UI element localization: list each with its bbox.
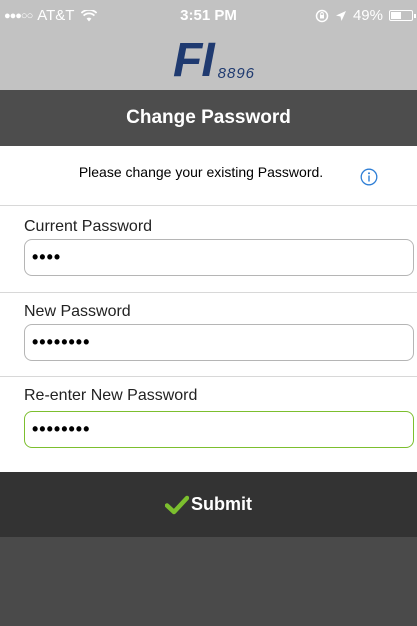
battery-tip bbox=[414, 14, 416, 18]
new-password-label: New Password bbox=[24, 303, 131, 320]
orientation-lock-icon bbox=[315, 9, 329, 22]
page-header: Change Password bbox=[0, 90, 417, 146]
location-arrow-icon bbox=[335, 10, 346, 21]
instruction-text: Please change your existing Password. bbox=[78, 164, 324, 180]
footer-area bbox=[0, 537, 417, 626]
battery-level bbox=[391, 12, 401, 19]
new-password-field[interactable]: •••••••• bbox=[24, 324, 414, 361]
logo-bar: FI 8896 bbox=[0, 30, 417, 90]
current-password-label: Current Password bbox=[24, 218, 153, 235]
check-icon bbox=[165, 495, 189, 514]
current-password-group: Current Password •••• bbox=[0, 206, 417, 292]
app-logo: FI 8896 bbox=[173, 34, 256, 87]
submit-button[interactable]: Submit bbox=[0, 472, 417, 537]
submit-label: Submit bbox=[191, 494, 252, 514]
status-bar: ●●●○○ AT&T 3:51 PM 49% bbox=[0, 0, 417, 30]
page-title: Change Password bbox=[126, 107, 291, 128]
battery-percentage: 49% bbox=[352, 7, 383, 24]
info-icon[interactable] bbox=[360, 168, 378, 186]
logo-sub-text: 8896 bbox=[217, 65, 256, 82]
reenter-password-group: Re-enter New Password •••••••• bbox=[0, 376, 417, 472]
current-password-field[interactable]: •••• bbox=[24, 239, 414, 276]
reenter-password-field[interactable]: •••••••• bbox=[24, 411, 414, 448]
logo-main-text: FI bbox=[173, 34, 215, 87]
instruction-row: Please change your existing Password. bbox=[0, 146, 417, 206]
battery-icon bbox=[389, 10, 416, 21]
new-password-group: New Password •••••••• bbox=[0, 292, 417, 376]
status-right: 49% bbox=[315, 7, 416, 24]
submit-content: Submit bbox=[0, 472, 417, 537]
reenter-password-label: Re-enter New Password bbox=[24, 387, 198, 404]
